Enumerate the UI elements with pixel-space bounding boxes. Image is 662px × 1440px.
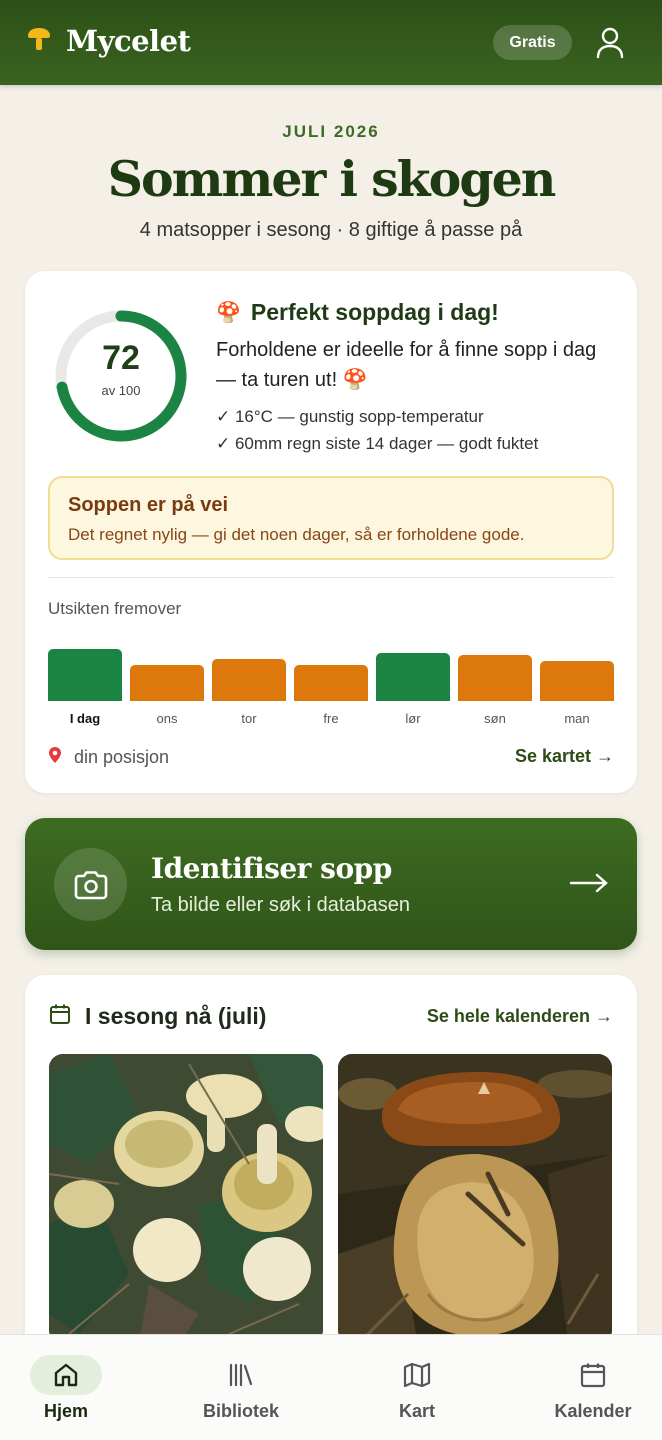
nav-label-map: Kart (398, 1401, 435, 1421)
identify-button[interactable]: Identifiser sopp Ta bilde eller søk i da… (25, 818, 637, 950)
verdict: 🍄 Perfekt soppdag i dag! (216, 299, 499, 326)
chanterelle-photo[interactable] (49, 1054, 323, 1344)
location[interactable]: din posisjon (48, 746, 169, 769)
outlook-day-label: man (564, 711, 590, 726)
forecast-card: 72 av 100 🍄 Perfekt soppdag i dag! Forho… (25, 271, 637, 793)
outlook-bar (376, 653, 450, 701)
outlook-day-label: ons (156, 711, 178, 726)
outlook-day-label: tor (241, 711, 257, 726)
library-icon (181, 1353, 301, 1397)
see-calendar-link[interactable]: Se hele kalenderen → (427, 1006, 613, 1027)
score-value: 72 (102, 339, 140, 377)
porcini-photo[interactable] (338, 1054, 612, 1344)
top-bar: Mycelet Gratis (0, 0, 662, 85)
alert-title: Soppen er på vei (68, 494, 229, 516)
outlook-day-label: lør (405, 711, 421, 726)
map-icon (357, 1353, 477, 1397)
status-alert: Soppen er på vei Det regnet nylig — gi d… (48, 476, 614, 560)
nav-label-calendar: Kalender (554, 1401, 632, 1421)
outlook-bar (212, 658, 286, 701)
home-icon (30, 1355, 102, 1395)
outlook-label: Utsikten fremover (48, 599, 182, 618)
calendar-icon (49, 1003, 71, 1030)
camera-icon (54, 848, 127, 921)
mushroom-logo-icon (26, 26, 52, 57)
plan-badge[interactable]: Gratis (493, 25, 572, 60)
app-name: Mycelet (66, 24, 191, 58)
verdict-description: Forholdene er ideelle for å finne sopp i… (216, 339, 597, 391)
see-map-link[interactable]: Se kartet → (515, 746, 614, 767)
location-pin-icon (48, 746, 62, 769)
mushroom-emoji-icon: 🍄 (216, 302, 241, 324)
outlook-chart (48, 639, 614, 701)
nav-calendar[interactable]: Kalender (533, 1335, 653, 1440)
calendar-icon (533, 1353, 653, 1397)
page-title: Sommer i skogen (107, 150, 557, 208)
season-title: I sesong nå (juli) (85, 1003, 267, 1029)
condition-rain: ✓ 60mm regn siste 14 dager — godt fuktet (216, 434, 539, 453)
nav-map[interactable]: Kart (357, 1335, 477, 1440)
arrow-right-icon (569, 873, 608, 893)
verdict-title: Perfekt soppdag i dag! (250, 299, 499, 325)
bottom-navigation: Hjem Bibliotek Kart Kalender (0, 1334, 662, 1440)
current-month: JULI 2026 (282, 122, 380, 141)
score-max: av 100 (101, 383, 141, 398)
alert-text: Det regnet nylig — gi det noen dager, så… (68, 525, 525, 544)
identify-subtitle: Ta bilde eller søk i databasen (151, 894, 411, 916)
nav-library[interactable]: Bibliotek (181, 1335, 301, 1440)
nav-home[interactable]: Hjem (6, 1335, 126, 1440)
outlook-day-label: I dag (69, 711, 101, 726)
outlook-bar (540, 660, 614, 701)
app-logo[interactable]: Mycelet (26, 24, 191, 58)
identify-title: Identifiser sopp (151, 852, 392, 885)
nav-label-library: Bibliotek (202, 1401, 279, 1421)
season-header: I sesong nå (juli) (49, 1003, 266, 1030)
divider (48, 577, 614, 578)
location-label: din posisjon (74, 747, 170, 767)
user-icon[interactable] (594, 26, 626, 60)
season-card: I sesong nå (juli) Se hele kalenderen → (25, 975, 637, 1395)
outlook-bar (48, 649, 122, 701)
outlook-bar (458, 655, 532, 701)
page-subtitle: 4 matsopper i sesong · 8 giftige å passe… (139, 219, 523, 241)
outlook-day-label: søn (484, 711, 506, 726)
nav-label-home: Hjem (43, 1401, 88, 1421)
outlook-day-label: fre (323, 711, 339, 726)
outlook-bar (130, 665, 204, 701)
condition-temperature: ✓ 16°C — gunstig sopp-temperatur (216, 407, 484, 426)
outlook-bar (294, 665, 368, 701)
